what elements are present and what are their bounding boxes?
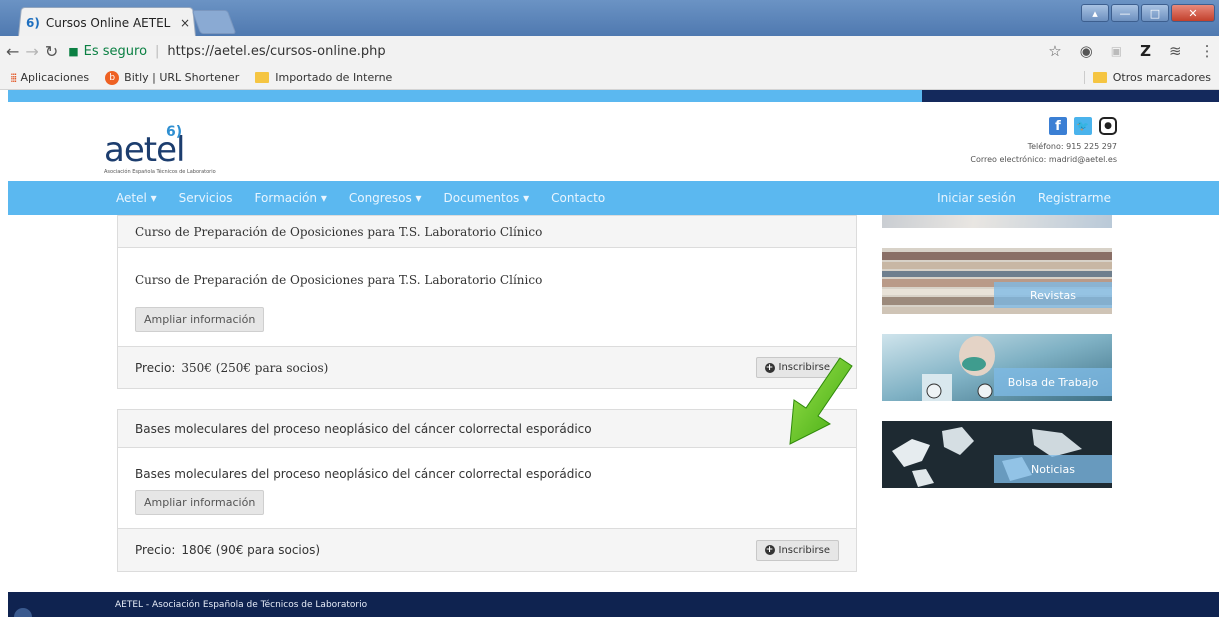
menu-dots-icon[interactable]: ⋮ — [1200, 42, 1215, 60]
browser-toolbar: ← → ↻ ■ Es seguro | https://aetel.es/cur… — [0, 36, 1219, 66]
aetel-favicon-icon: 6) — [26, 16, 40, 30]
site-logo[interactable]: 6) aetel Asociación Española Técnicos de… — [104, 124, 216, 175]
more-info-button[interactable]: Ampliar información — [135, 490, 265, 515]
nav-item-login[interactable]: Iniciar sesión — [937, 191, 1016, 205]
price-value: 350€ (250€ para socios) — [181, 360, 329, 375]
back-arrow-icon[interactable]: ← — [6, 42, 19, 61]
window-close-icon[interactable]: ✕ — [1171, 4, 1215, 22]
bookmark-bitly-label: Bitly | URL Shortener — [124, 71, 240, 84]
course-header-title: Bases moleculares del proceso neoplásico… — [135, 421, 592, 436]
browser-tabstrip: 6) Cursos Online AETEL × ▴ — □ ✕ — [0, 0, 1219, 37]
social-links: f 🐦 ● — [1049, 117, 1117, 135]
course-card-header: Curso de Preparación de Oposiciones para… — [118, 216, 856, 248]
top-accent-bar-dark — [922, 90, 1219, 102]
course-card-body: Curso de Preparación de Oposiciones para… — [118, 273, 856, 332]
nav-left: Aetel ▾ Servicios Formación ▾ Congresos … — [116, 191, 605, 205]
logo-text: aetel — [104, 130, 185, 170]
window-minimize-icon[interactable]: — — [1111, 4, 1139, 22]
green-arrow-icon — [789, 357, 853, 445]
course-card-body: Bases moleculares del proceso neoplásico… — [118, 467, 856, 515]
facebook-icon[interactable]: f — [1049, 117, 1067, 135]
extension-icons: ☆ ◉ ▣ Z ≋ ⋮ — [1048, 42, 1219, 60]
web-page: 6) aetel Asociación Española Técnicos de… — [8, 90, 1219, 617]
forward-arrow-icon[interactable]: → — [25, 42, 38, 61]
bookmark-other-label: Otros marcadores — [1112, 71, 1211, 84]
nav-item-servicios[interactable]: Servicios — [179, 191, 233, 205]
bookmark-bitly[interactable]: b Bitly | URL Shortener — [105, 70, 240, 85]
bitly-icon: b — [105, 70, 120, 85]
bookmark-apps-label: Aplicaciones — [20, 71, 90, 84]
logo-subtitle: Asociación Española Técnicos de Laborato… — [104, 169, 216, 175]
bookmark-star-icon[interactable]: ☆ — [1048, 42, 1061, 60]
course-card: Curso de Preparación de Oposiciones para… — [117, 215, 857, 389]
url-text: https://aetel.es/cursos-online.php — [167, 43, 386, 59]
sidebar-banner-bolsa[interactable]: Bolsa de Trabajo — [882, 334, 1112, 401]
nav-item-formacion[interactable]: Formación ▾ — [255, 191, 327, 205]
url-separator: | — [155, 43, 160, 59]
nav-item-documentos[interactable]: Documentos ▾ — [444, 191, 530, 205]
secure-label: Es seguro — [83, 43, 148, 59]
zotero-extension-icon[interactable]: Z — [1140, 42, 1151, 60]
nav-right: Iniciar sesión Registrarme — [937, 191, 1111, 205]
enroll-label: Inscribirse — [778, 544, 830, 556]
instagram-icon[interactable]: ● — [1099, 117, 1117, 135]
course-card: Bases moleculares del proceso neoplásico… — [117, 409, 857, 572]
bookmark-imported-label: Importado de Interne — [275, 71, 393, 84]
logo-mark-icon: 6) — [166, 124, 183, 140]
window-controls: ▴ — □ ✕ — [1081, 4, 1215, 22]
bookmarks-bar: ⁞⁞⁞ Aplicaciones b Bitly | URL Shortener… — [0, 66, 1219, 90]
banner-label: Bolsa de Trabajo — [994, 368, 1112, 396]
course-card-header: Bases moleculares del proceso neoplásico… — [118, 410, 856, 448]
price-value: 180€ (90€ para socios) — [181, 543, 321, 557]
more-info-button[interactable]: Ampliar información — [135, 307, 265, 332]
sidebar-banner-noticias[interactable]: Noticias — [882, 421, 1112, 488]
plus-circle-icon: + — [764, 362, 775, 373]
main-navbar: Aetel ▾ Servicios Formación ▾ Congresos … — [8, 181, 1219, 215]
bookmark-other[interactable]: Otros marcadores — [1083, 71, 1213, 84]
course-card-footer: Precio: 180€ (90€ para socios) + Inscrib… — [118, 528, 856, 571]
nav-item-contacto[interactable]: Contacto — [551, 191, 605, 205]
folder-icon — [255, 72, 270, 83]
course-header-title: Curso de Preparación de Oposiciones para… — [135, 224, 543, 239]
window-restore-icon[interactable]: ▴ — [1081, 4, 1109, 22]
tab-title: Cursos Online AETEL — [45, 16, 171, 30]
nav-item-register[interactable]: Registrarme — [1038, 191, 1111, 205]
contact-info: Teléfono: 915 225 297 Correo electrónico… — [970, 140, 1117, 166]
footer-text: AETEL - Asociación Española de Técnicos … — [115, 599, 368, 610]
course-card-footer: Precio: 350€ (250€ para socios) + Inscri… — [118, 346, 856, 388]
banner-label: Noticias — [994, 455, 1112, 483]
apps-grid-icon: ⁞⁞⁞ — [10, 70, 18, 85]
banner-label: Revistas — [994, 282, 1112, 308]
folder-icon — [1092, 72, 1107, 83]
screen: 6) Cursos Online AETEL × ▴ — □ ✕ ← → ↻ ■… — [0, 0, 1219, 617]
site-footer: AETEL - Asociación Española de Técnicos … — [8, 592, 1219, 617]
twitter-icon[interactable]: 🐦 — [1074, 117, 1092, 135]
bookmark-apps[interactable]: ⁞⁞⁞ Aplicaciones — [10, 71, 89, 85]
sidebar-banner-partial[interactable] — [882, 215, 1112, 228]
layers-extension-icon[interactable]: ≋ — [1169, 42, 1182, 60]
lock-icon: ■ — [68, 44, 79, 58]
tab-close-icon[interactable]: × — [180, 16, 190, 30]
phone-text: Teléfono: 915 225 297 — [1027, 142, 1117, 151]
course-description: Curso de Preparación de Oposiciones para… — [135, 273, 543, 287]
enroll-button[interactable]: + Inscribirse — [755, 539, 839, 561]
address-bar[interactable]: ■ Es seguro | https://aetel.es/cursos-on… — [68, 39, 1048, 63]
browser-tab-content[interactable]: 6) Cursos Online AETEL × — [26, 12, 196, 34]
shield-extension-icon[interactable]: ◉ — [1080, 42, 1093, 60]
price-label: Precio: — [135, 360, 176, 375]
sidebar-banner-revistas[interactable]: Revistas — [882, 248, 1112, 314]
email-text: Correo electrónico: madrid@aetel.es — [970, 155, 1117, 164]
pdf-extension-icon[interactable]: ▣ — [1111, 44, 1122, 58]
window-maximize-icon[interactable]: □ — [1141, 4, 1169, 22]
nav-item-aetel[interactable]: Aetel ▾ — [116, 191, 157, 205]
course-description: Bases moleculares del proceso neoplásico… — [135, 467, 592, 481]
price-label: Precio: — [135, 543, 176, 557]
new-tab-button[interactable] — [191, 10, 237, 34]
bookmark-imported[interactable]: Importado de Interne — [255, 71, 392, 84]
nav-item-congresos[interactable]: Congresos ▾ — [349, 191, 422, 205]
plus-circle-icon: + — [764, 545, 775, 555]
reload-icon[interactable]: ↻ — [45, 42, 58, 61]
